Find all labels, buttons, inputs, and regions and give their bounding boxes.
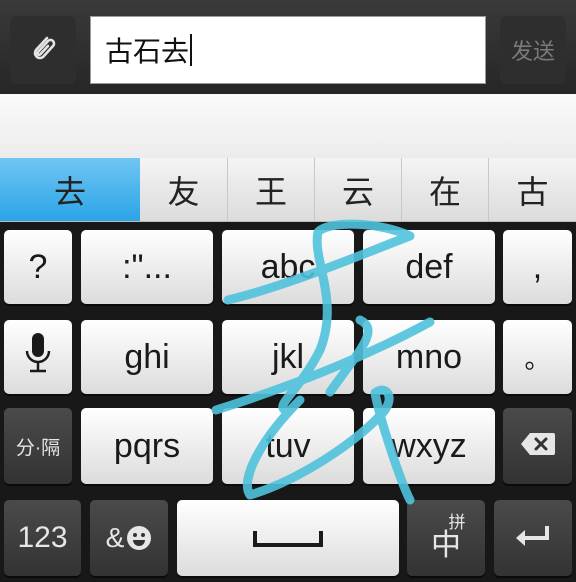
smiley-icon — [126, 525, 152, 551]
key-jkl[interactable]: jkl — [222, 320, 354, 394]
language-switch-key[interactable]: 拼 中 — [407, 500, 485, 576]
composer-bar: 古石去 发送 — [0, 0, 576, 94]
backspace-icon — [520, 431, 556, 462]
attach-button[interactable] — [10, 16, 76, 84]
enter-key[interactable] — [494, 500, 572, 576]
candidate-bar: 去 友 王 云 在 古 — [0, 158, 576, 222]
punctuation-key[interactable]: :"... — [81, 230, 213, 304]
separator-key[interactable]: 分·隔 — [4, 408, 72, 484]
send-button[interactable]: 发送 — [500, 16, 566, 84]
message-text: 古石去 — [105, 35, 190, 68]
ampersand-label: & — [105, 522, 125, 553]
message-input[interactable]: 古石去 — [90, 16, 486, 84]
candidate-item[interactable]: 王 — [228, 158, 315, 221]
key-tuv[interactable]: tuv — [222, 408, 354, 484]
numbers-key[interactable]: 123 — [4, 500, 81, 576]
send-label: 发送 — [510, 40, 555, 65]
candidate-item[interactable]: 友 — [140, 158, 228, 221]
question-key[interactable]: ? — [4, 230, 72, 304]
key-abc[interactable]: abc — [222, 230, 354, 304]
comma-key[interactable]: , — [503, 230, 572, 304]
symbols-key[interactable]: & — [90, 500, 168, 576]
key-wxyz[interactable]: wxyz — [363, 408, 495, 484]
candidate-item[interactable]: 去 — [0, 158, 140, 221]
key-ghi[interactable]: ghi — [81, 320, 213, 394]
candidate-item[interactable]: 云 — [315, 158, 402, 221]
backspace-key[interactable] — [503, 408, 572, 484]
composing-strip — [0, 94, 576, 158]
enter-icon — [514, 524, 552, 553]
key-pqrs[interactable]: pqrs — [81, 408, 213, 484]
period-key[interactable]: 。 — [503, 320, 572, 394]
paperclip-icon — [26, 31, 60, 69]
microphone-icon — [24, 331, 52, 384]
text-caret — [190, 34, 193, 66]
candidate-item[interactable]: 在 — [402, 158, 489, 221]
space-icon — [252, 519, 324, 558]
space-key[interactable] — [177, 500, 399, 576]
key-mno[interactable]: mno — [363, 320, 495, 394]
chinese-label: 中 — [431, 529, 461, 562]
key-def[interactable]: def — [363, 230, 495, 304]
voice-input-key[interactable] — [4, 320, 72, 394]
keyboard: ? :"... abc def , ghi jkl mno 。 分·隔 pqrs… — [0, 222, 576, 582]
candidate-item[interactable]: 古 — [489, 158, 576, 221]
